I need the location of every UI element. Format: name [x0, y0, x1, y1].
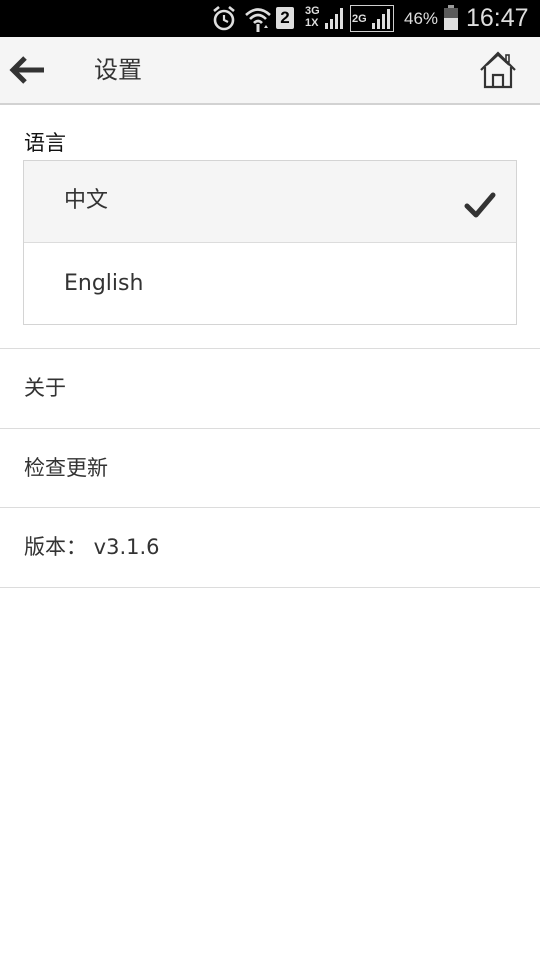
app-header: 设置 [0, 37, 540, 105]
sim-2-icon: 2 [276, 0, 296, 37]
signal-3g-icon: 3G 1X [305, 0, 349, 37]
signal-2g-icon: 2G [350, 0, 398, 37]
wifi-icon [244, 0, 272, 37]
language-option-label: 中文 [64, 188, 109, 213]
alarm-icon [210, 0, 238, 37]
home-button[interactable] [478, 49, 518, 91]
page-title: 设置 [94, 56, 142, 84]
battery-icon [441, 0, 461, 37]
arrow-left-icon [9, 56, 44, 84]
check-update-row[interactable]: 检查更新 [0, 428, 540, 508]
version-label: 版本： v3.1.6 [24, 535, 160, 559]
check-update-label: 检查更新 [24, 456, 108, 480]
language-option-chinese[interactable]: 中文 [24, 161, 516, 243]
clock: 16:47 [466, 4, 529, 32]
status-bar: 2 3G 1X 2G 46% 16:47 [0, 0, 540, 37]
back-button[interactable] [8, 51, 48, 89]
version-row: 版本： v3.1.6 [0, 507, 540, 588]
about-label: 关于 [24, 376, 66, 400]
language-section-label: 语言 [24, 131, 66, 155]
checkmark-icon [464, 192, 496, 218]
language-option-english[interactable]: English [24, 243, 516, 324]
language-list: 中文 English [23, 160, 517, 325]
home-icon [480, 51, 516, 89]
language-option-label: English [64, 271, 144, 296]
about-row[interactable]: 关于 [0, 348, 540, 428]
battery-percent: 46% [404, 9, 439, 28]
